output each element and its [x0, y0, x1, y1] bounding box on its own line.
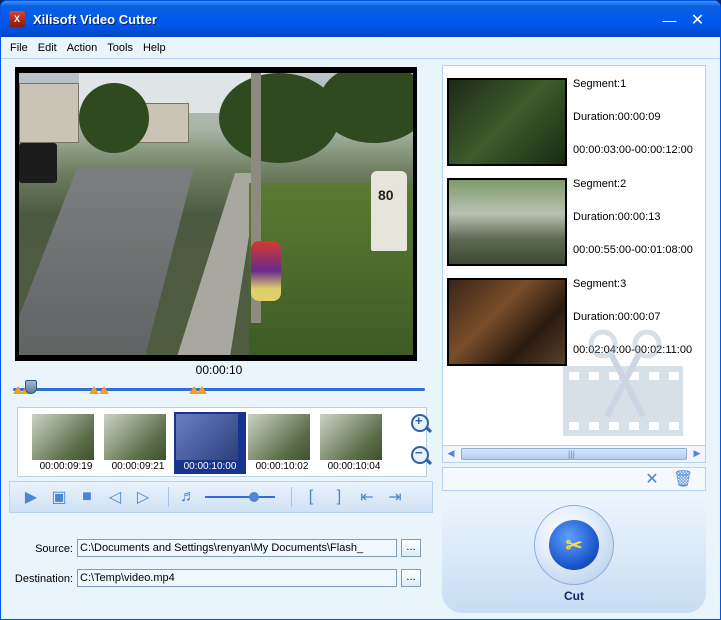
segment-thumbnail: [447, 278, 567, 366]
segment-duration: Duration:00:00:07: [573, 311, 661, 323]
play-icon[interactable]: ▶: [20, 486, 42, 508]
thumbnail-image: [104, 414, 166, 460]
thumbnail-time: 00:00:09:21: [111, 461, 165, 472]
scene-child: [251, 241, 281, 301]
zoom-out-icon[interactable]: −: [411, 445, 429, 464]
cut-label: Cut: [564, 589, 584, 603]
source-row: Source: C:\Documents and Settings\renyan…: [9, 539, 433, 561]
timeline-track: [13, 388, 425, 391]
segment-thumbnail: [447, 78, 567, 166]
segment-duration: Duration:00:00:13: [573, 211, 661, 223]
menu-bar: File Edit Action Tools Help: [1, 37, 720, 59]
menu-tools[interactable]: Tools: [102, 42, 138, 54]
source-field[interactable]: C:\Documents and Settings\renyan\My Docu…: [77, 539, 397, 557]
thumbnail-strip: 00:00:09:19 00:00:09:21 00:00:10:00 00:0…: [17, 407, 429, 477]
segment-scrollbar[interactable]: ◀ ||| ▶: [442, 445, 706, 463]
segment-duration: Duration:00:00:09: [573, 111, 661, 123]
toolbar-separator: [168, 487, 169, 507]
segment-item[interactable]: Segment:2 Duration:00:00:13 00:00:55:00-…: [447, 170, 703, 266]
segment-thumbnail: [447, 178, 567, 266]
thumbnail-time: 00:00:10:00: [183, 461, 237, 472]
thumbnail[interactable]: 00:00:09:19: [30, 412, 102, 474]
thumbnail-image: [176, 414, 238, 460]
segment-image: [449, 80, 565, 164]
destination-field[interactable]: C:\Temp\video.mp4: [77, 569, 397, 587]
cut-button[interactable]: ✂: [534, 505, 614, 585]
segment-number: Segment:3: [573, 278, 627, 290]
remove-segment-icon[interactable]: ✕: [643, 471, 661, 489]
playhead-handle[interactable]: [25, 380, 37, 394]
segment-number: Segment:2: [573, 178, 627, 190]
window-title: Xilisoft Video Cutter: [33, 11, 157, 27]
scroll-left-icon[interactable]: ◀: [445, 448, 457, 460]
segment-marker[interactable]: [89, 386, 99, 394]
cut-panel: ✂ Cut: [442, 493, 706, 613]
thumbnail-image: [248, 414, 310, 460]
segment-image: [449, 180, 565, 264]
segment-number: Segment:1: [573, 78, 627, 90]
thumbnail-time: 00:00:09:19: [39, 461, 93, 472]
minimize-button[interactable]: —: [659, 9, 680, 30]
scene-tree: [79, 83, 149, 153]
source-browse-button[interactable]: ...: [401, 539, 421, 557]
thumbnail-time: 00:00:10:04: [327, 461, 381, 472]
menu-help[interactable]: Help: [138, 42, 171, 54]
timecode: 00:00:10: [195, 363, 243, 377]
video-preview[interactable]: 80: [15, 67, 417, 361]
zoom-in-icon[interactable]: +: [411, 413, 429, 432]
thumbnail-image: [32, 414, 94, 460]
menu-action[interactable]: Action: [62, 42, 103, 54]
thumbnail[interactable]: 00:00:09:21: [102, 412, 174, 474]
thumbnail-image: [320, 414, 382, 460]
snapshot-icon[interactable]: ▣: [48, 486, 70, 508]
destination-row: Destination: C:\Temp\video.mp4 ...: [9, 569, 433, 591]
source-label: Source:: [35, 543, 73, 555]
timeline-slider[interactable]: [13, 380, 425, 396]
menu-edit[interactable]: Edit: [33, 42, 62, 54]
volume-slider[interactable]: [205, 492, 275, 502]
cut-icon: ✂: [549, 520, 599, 570]
segment-list: Segment:1 Duration:00:00:09 00:00:03:00-…: [442, 65, 706, 463]
thumbnail[interactable]: 00:00:10:04: [318, 412, 390, 474]
scroll-thumb[interactable]: |||: [461, 448, 687, 460]
scene-person: 80: [371, 171, 407, 251]
film-scissors-watermark-icon: [563, 329, 683, 436]
app-icon: X: [9, 11, 25, 27]
thumbnail-selected[interactable]: 00:00:10:00: [174, 412, 246, 474]
stop-icon[interactable]: ■: [76, 486, 98, 508]
segment-range: 00:00:55:00-00:01:08:00: [573, 244, 693, 256]
mark-end-icon[interactable]: ]: [328, 486, 350, 508]
scene-car: [19, 143, 57, 183]
app-window: X Xilisoft Video Cutter — ✕ File Edit Ac…: [0, 0, 721, 620]
video-frame: 80: [19, 73, 413, 355]
mark-start-icon[interactable]: [: [300, 486, 322, 508]
scroll-grip: |||: [568, 449, 576, 459]
destination-browse-button[interactable]: ...: [401, 569, 421, 587]
close-button[interactable]: ✕: [687, 9, 708, 30]
thumbnail[interactable]: 00:00:10:02: [246, 412, 318, 474]
segment-image: [449, 280, 565, 364]
segment-toolbar: ✕ 🗑: [442, 467, 706, 491]
playback-toolbar: ▶ ▣ ■ ◁ ▷ ♬ [ ] ⇤ ⇥: [9, 481, 433, 513]
toolbar-separator: [291, 487, 292, 507]
destination-label: Destination:: [14, 573, 73, 585]
next-frame-icon[interactable]: ▷: [132, 486, 154, 508]
thumbnail-time: 00:00:10:02: [255, 461, 309, 472]
go-end-icon[interactable]: ⇥: [384, 486, 406, 508]
go-start-icon[interactable]: ⇤: [356, 486, 378, 508]
scroll-right-icon[interactable]: ▶: [691, 448, 703, 460]
volume-icon[interactable]: ♬: [177, 486, 199, 508]
delete-all-icon[interactable]: 🗑: [673, 471, 693, 489]
prev-frame-icon[interactable]: ◁: [104, 486, 126, 508]
volume-knob[interactable]: [249, 492, 259, 502]
scene-tree: [219, 73, 339, 163]
menu-file[interactable]: File: [5, 42, 33, 54]
scene-house: [19, 83, 79, 143]
segment-item[interactable]: Segment:1 Duration:00:00:09 00:00:03:00-…: [447, 70, 703, 166]
segment-marker[interactable]: [99, 386, 109, 394]
segment-range: 00:00:03:00-00:00:12:00: [573, 144, 693, 156]
player-pane: 80 00:00:10 00:00:09:19 00:00:09:21 00:0…: [9, 63, 433, 587]
title-bar[interactable]: X Xilisoft Video Cutter — ✕: [1, 1, 720, 37]
segment-marker[interactable]: [197, 386, 207, 394]
